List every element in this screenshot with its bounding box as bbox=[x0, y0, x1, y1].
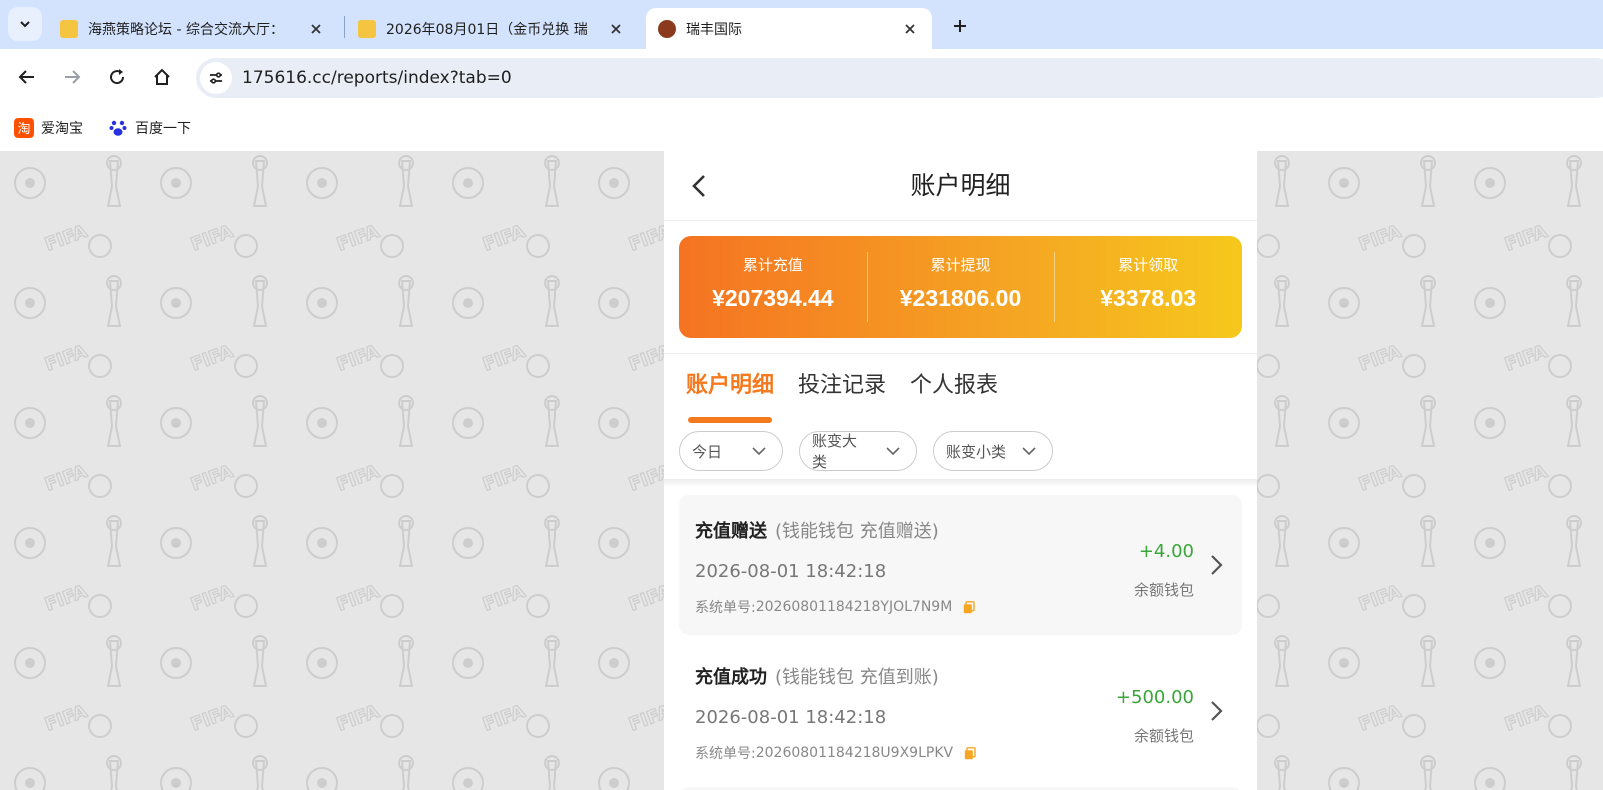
summary-card: 累计充值 ¥207394.44 累计提现 ¥231806.00 累计领取 ¥33… bbox=[679, 236, 1242, 338]
browser-tab-title: 海燕策略论坛 - 综合交流大厅： bbox=[88, 21, 284, 38]
record-title: 充值成功 (钱能钱包 充值到账) bbox=[695, 663, 939, 689]
page-title: 账户明细 bbox=[910, 171, 1011, 200]
record-amount: +4.00 bbox=[1138, 541, 1194, 562]
bookmark-label: 百度一下 bbox=[135, 121, 191, 137]
category-filter-dropdown[interactable]: 账变大类 bbox=[799, 431, 917, 471]
url-text[interactable]: 175616.cc/reports/index?tab=0 bbox=[242, 58, 512, 98]
record-time: 2026-08-01 18:42:18 bbox=[695, 707, 887, 728]
new-tab-button[interactable] bbox=[946, 12, 974, 40]
tab-personal-report[interactable]: 个人报表 bbox=[898, 363, 1010, 423]
filter-bar: 今日 账变大类 账变小类 bbox=[679, 431, 1069, 471]
order-label: 系统单号: bbox=[695, 746, 756, 762]
tune-icon bbox=[210, 72, 222, 84]
baidu-paw-icon bbox=[108, 118, 128, 138]
list-item[interactable]: 充值赠送 (钱能钱包 充值赠送) 2026-08-01 18:42:18 系统单号… bbox=[679, 495, 1242, 635]
bookmark-taobao[interactable]: 淘 爱淘宝 bbox=[14, 116, 83, 140]
order-number: 20260801184218YJOL7N9M bbox=[755, 599, 953, 615]
arrow-left-icon bbox=[18, 70, 34, 84]
bookmark-label: 爱淘宝 bbox=[41, 121, 83, 137]
chevron-down-icon bbox=[750, 442, 768, 460]
forum-favicon-icon bbox=[358, 19, 376, 38]
copy-icon[interactable] bbox=[962, 600, 976, 614]
bookmarks-bar: 淘 爱淘宝 百度一下 bbox=[0, 106, 1603, 151]
back-button[interactable] bbox=[9, 59, 45, 95]
order-number: 20260801184218U9X9LPKV bbox=[755, 745, 954, 761]
report-tabs: 账户明细 投注记录 个人报表 bbox=[674, 363, 1010, 423]
arrow-right-icon bbox=[65, 70, 81, 84]
chevron-down-icon bbox=[884, 442, 902, 460]
chevron-down-icon bbox=[20, 21, 30, 28]
summary-total-claimed: 累计领取 ¥3378.03 bbox=[1054, 236, 1242, 338]
account-details-panel: 账户明细 累计充值 ¥207394.44 累计提现 ¥231806.00 累计领… bbox=[664, 151, 1257, 790]
summary-label: 累计充值 bbox=[742, 256, 803, 274]
forum-favicon-icon bbox=[60, 19, 78, 38]
record-type: 充值成功 bbox=[695, 667, 767, 688]
record-order: 系统单号: 20260801184218YJOL7N9M bbox=[695, 597, 976, 617]
reload-button[interactable] bbox=[99, 59, 135, 95]
summary-label: 累计领取 bbox=[1118, 256, 1179, 274]
plus-icon bbox=[954, 20, 966, 32]
site-info-button[interactable] bbox=[200, 62, 232, 94]
ruifeng-favicon-icon bbox=[658, 19, 676, 38]
record-type: 充值赠送 bbox=[695, 521, 767, 542]
close-icon[interactable] bbox=[306, 19, 326, 39]
home-icon bbox=[154, 68, 170, 85]
record-order: 系统单号: 20260801184218U9X9LPKV bbox=[695, 743, 977, 763]
reload-icon bbox=[110, 69, 125, 85]
close-icon[interactable] bbox=[606, 19, 626, 39]
filter-label: 账变大类 bbox=[812, 432, 858, 471]
transaction-list: 充值赠送 (钱能钱包 充值赠送) 2026-08-01 18:42:18 系统单号… bbox=[679, 495, 1242, 790]
tab-account-details[interactable]: 账户明细 bbox=[674, 363, 786, 423]
summary-value: ¥3378.03 bbox=[1100, 285, 1197, 311]
browser-tab-2[interactable]: 2026年08月01日（金币兑换 瑞 bbox=[346, 8, 638, 49]
divider bbox=[664, 353, 1257, 354]
list-item[interactable]: 充值成功 (钱能钱包 充值到账) 2026-08-01 18:42:18 系统单号… bbox=[679, 641, 1242, 781]
copy-icon[interactable] bbox=[963, 746, 977, 760]
page-header: 账户明细 bbox=[664, 151, 1257, 221]
home-button[interactable] bbox=[144, 59, 180, 95]
tab-separator bbox=[344, 16, 345, 38]
browser-tab-title: 2026年08月01日（金币兑换 瑞 bbox=[386, 21, 588, 38]
record-title: 充值赠送 (钱能钱包 充值赠送) bbox=[695, 517, 939, 543]
browser-tab-1[interactable]: 海燕策略论坛 - 综合交流大厅： bbox=[48, 8, 338, 49]
browser-toolbar: 175616.cc/reports/index?tab=0 bbox=[0, 49, 1603, 106]
filter-label: 今日 bbox=[692, 442, 723, 461]
svg-text:淘: 淘 bbox=[17, 122, 30, 137]
record-wallet: 余额钱包 bbox=[1133, 727, 1194, 745]
summary-total-deposit: 累计充值 ¥207394.44 bbox=[679, 236, 867, 338]
record-time: 2026-08-01 18:42:18 bbox=[695, 561, 887, 582]
date-filter-dropdown[interactable]: 今日 bbox=[679, 431, 783, 471]
subcategory-filter-dropdown[interactable]: 账变小类 bbox=[933, 431, 1053, 471]
browser-tab-3-active[interactable]: 瑞丰国际 bbox=[646, 8, 932, 49]
record-amount: +500.00 bbox=[1115, 687, 1194, 708]
chevron-right-icon[interactable] bbox=[1204, 699, 1228, 723]
filter-label: 账变小类 bbox=[946, 442, 1007, 461]
browser-tab-title: 瑞丰国际 bbox=[686, 21, 742, 38]
record-wallet: 余额钱包 bbox=[1133, 581, 1194, 599]
summary-total-withdraw: 累计提现 ¥231806.00 bbox=[866, 236, 1055, 338]
bookmark-baidu[interactable]: 百度一下 bbox=[108, 116, 191, 140]
chevron-down-icon bbox=[1020, 442, 1038, 460]
tab-search-button[interactable] bbox=[8, 7, 42, 41]
taobao-icon: 淘 bbox=[14, 118, 34, 138]
record-subtitle: (钱能钱包 充值到账) bbox=[775, 667, 939, 688]
summary-label: 累计提现 bbox=[930, 256, 991, 274]
tab-bet-records[interactable]: 投注记录 bbox=[786, 363, 898, 423]
close-icon[interactable] bbox=[900, 19, 920, 39]
order-label: 系统单号: bbox=[695, 600, 756, 616]
record-subtitle: (钱能钱包 充值赠送) bbox=[775, 521, 939, 542]
summary-value: ¥231806.00 bbox=[899, 285, 1022, 311]
forward-button[interactable] bbox=[54, 59, 90, 95]
filter-shadow bbox=[664, 479, 1257, 487]
address-bar[interactable]: 175616.cc/reports/index?tab=0 bbox=[196, 58, 1603, 98]
chevron-right-icon[interactable] bbox=[1204, 553, 1228, 577]
browser-tab-bar: 海燕策略论坛 - 综合交流大厅： 2026年08月01日（金币兑换 瑞 瑞丰国际 bbox=[0, 0, 1603, 49]
summary-value: ¥207394.44 bbox=[712, 285, 834, 311]
